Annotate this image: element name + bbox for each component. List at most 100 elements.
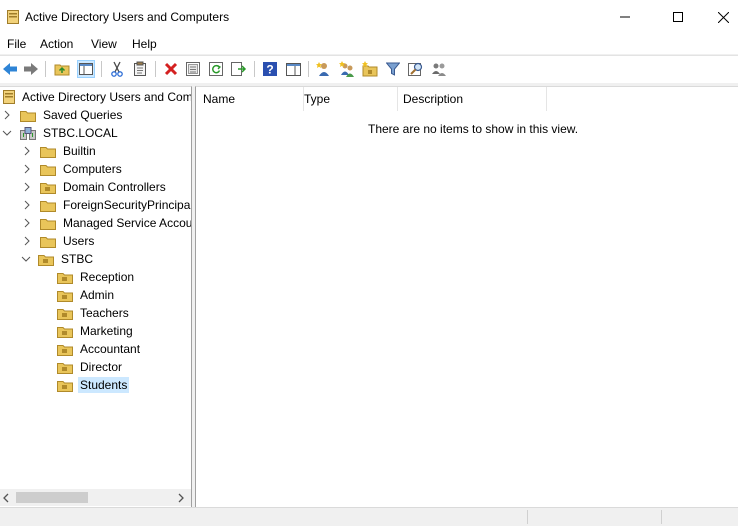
- tree-item-managed-service-accounts[interactable]: Managed Service Accounts: [22, 214, 191, 232]
- tree-item-students[interactable]: Students: [57, 376, 130, 394]
- ou-folder-icon: [57, 326, 73, 338]
- export-list-icon: [231, 62, 247, 76]
- tree-item-root[interactable]: Active Directory Users and Computers: [3, 88, 191, 106]
- status-bar: [0, 507, 738, 526]
- svg-text:?: ?: [266, 63, 273, 77]
- menu-view[interactable]: View: [91, 37, 117, 51]
- delete-button[interactable]: [162, 60, 180, 78]
- delegate-control-button[interactable]: [430, 60, 448, 78]
- minimize-icon: [620, 16, 630, 18]
- tree-item-teachers[interactable]: Teachers: [57, 304, 131, 322]
- ou-folder-icon: [57, 308, 73, 320]
- filter-button[interactable]: [384, 60, 402, 78]
- tree-item-users[interactable]: Users: [22, 232, 96, 250]
- folder-icon: [40, 164, 56, 176]
- window-title: Active Directory Users and Computers: [25, 10, 230, 24]
- chevron-right-icon[interactable]: [22, 164, 32, 174]
- delegate-control-icon: [432, 63, 446, 76]
- tree-label-marketing: Marketing: [80, 324, 133, 338]
- scroll-right-icon[interactable]: [177, 492, 185, 506]
- tree-item-domain[interactable]: STBC.LOCAL: [2, 124, 120, 142]
- tree-item-marketing[interactable]: Marketing: [57, 322, 135, 340]
- new-group-icon: [339, 61, 354, 77]
- chevron-right-icon[interactable]: [22, 182, 32, 192]
- tree-horizontal-scrollbar[interactable]: [0, 489, 191, 506]
- tree-item-accountant[interactable]: Accountant: [57, 340, 142, 358]
- tree-label-computers: Computers: [63, 162, 122, 176]
- tree-label-saved-queries: Saved Queries: [43, 108, 123, 122]
- tree-item-computers[interactable]: Computers: [22, 160, 124, 178]
- tree-item-admin[interactable]: Admin: [57, 286, 116, 304]
- menu-action[interactable]: Action: [40, 37, 73, 51]
- column-header-description[interactable]: Description: [398, 87, 547, 111]
- folder-icon: [40, 200, 56, 212]
- tree-item-reception[interactable]: Reception: [57, 268, 136, 286]
- show-hide-action-pane-button[interactable]: [284, 60, 302, 78]
- console-tree-icon: [79, 63, 93, 75]
- chevron-right-icon[interactable]: [22, 146, 32, 156]
- ou-folder-icon: [57, 272, 73, 284]
- help-icon: ?: [263, 62, 277, 76]
- tree-label-admin: Admin: [80, 288, 115, 302]
- tree-item-stbc[interactable]: STBC: [21, 250, 95, 268]
- tree-label-director: Director: [80, 360, 123, 374]
- scroll-left-icon[interactable]: [2, 492, 10, 506]
- menu-help[interactable]: Help: [132, 37, 157, 51]
- forward-button[interactable]: [22, 60, 40, 78]
- refresh-button[interactable]: [207, 60, 225, 78]
- help-button[interactable]: ?: [261, 60, 279, 78]
- toolbar: ?: [0, 55, 738, 83]
- chevron-right-icon[interactable]: [22, 218, 32, 228]
- forward-arrow-icon: [24, 63, 38, 75]
- up-level-button[interactable]: [53, 60, 71, 78]
- cut-button[interactable]: [108, 60, 126, 78]
- menu-file[interactable]: File: [7, 37, 26, 51]
- tree-label-teachers: Teachers: [80, 306, 129, 320]
- column-header-type[interactable]: Type: [297, 87, 398, 111]
- maximize-button[interactable]: [655, 0, 701, 34]
- properties-button[interactable]: [184, 60, 202, 78]
- chevron-right-icon[interactable]: [22, 236, 32, 246]
- column-label-type: Type: [304, 92, 331, 106]
- new-user-icon: [316, 62, 329, 76]
- app-icon: [7, 10, 19, 24]
- chevron-right-icon[interactable]: [22, 200, 32, 210]
- tree-item-builtin[interactable]: Builtin: [22, 142, 98, 160]
- close-button[interactable]: [700, 0, 738, 34]
- clipboard-icon: [134, 61, 146, 76]
- folder-up-icon: [54, 64, 70, 76]
- menu-bar: File Action View Help: [0, 34, 738, 54]
- tree-label-stbc: STBC: [61, 252, 94, 266]
- chevron-right-icon[interactable]: [2, 110, 12, 120]
- filter-icon: [386, 62, 400, 76]
- create-ou-button[interactable]: [361, 60, 379, 78]
- chevron-down-icon[interactable]: [21, 254, 31, 264]
- minimize-button[interactable]: [602, 0, 648, 34]
- create-group-button[interactable]: [338, 60, 356, 78]
- ou-folder-icon: [57, 344, 73, 356]
- tree-item-saved-queries[interactable]: Saved Queries: [2, 106, 124, 124]
- empty-view-message: There are no items to show in this view.: [368, 122, 579, 136]
- ou-folder-icon: [38, 254, 54, 266]
- copy-button[interactable]: [131, 60, 149, 78]
- title-bar: Active Directory Users and Computers: [0, 0, 738, 34]
- export-list-button[interactable]: [230, 60, 248, 78]
- tree-label-domain: STBC.LOCAL: [43, 126, 118, 140]
- tree-item-domain-controllers[interactable]: Domain Controllers: [22, 178, 168, 196]
- scrollbar-thumb[interactable]: [16, 492, 88, 503]
- close-icon: [717, 11, 729, 23]
- details-pane[interactable]: Name Type Description There are no items…: [195, 86, 738, 508]
- back-button[interactable]: [1, 60, 19, 78]
- create-user-button[interactable]: [315, 60, 333, 78]
- tree-item-foreign-security-principals[interactable]: ForeignSecurityPrincipals: [22, 196, 191, 214]
- folder-icon: [20, 110, 36, 122]
- find-button[interactable]: [407, 60, 425, 78]
- domain-icon: [20, 126, 36, 140]
- chevron-down-icon[interactable]: [2, 128, 12, 138]
- tree-item-director[interactable]: Director: [57, 358, 124, 376]
- column-header-name[interactable]: Name: [196, 87, 304, 111]
- column-label-description: Description: [403, 92, 464, 106]
- tree-label-reception: Reception: [80, 270, 135, 284]
- console-tree[interactable]: Active Directory Users and Computers Sav…: [0, 86, 192, 508]
- show-hide-console-tree-button[interactable]: [77, 60, 95, 78]
